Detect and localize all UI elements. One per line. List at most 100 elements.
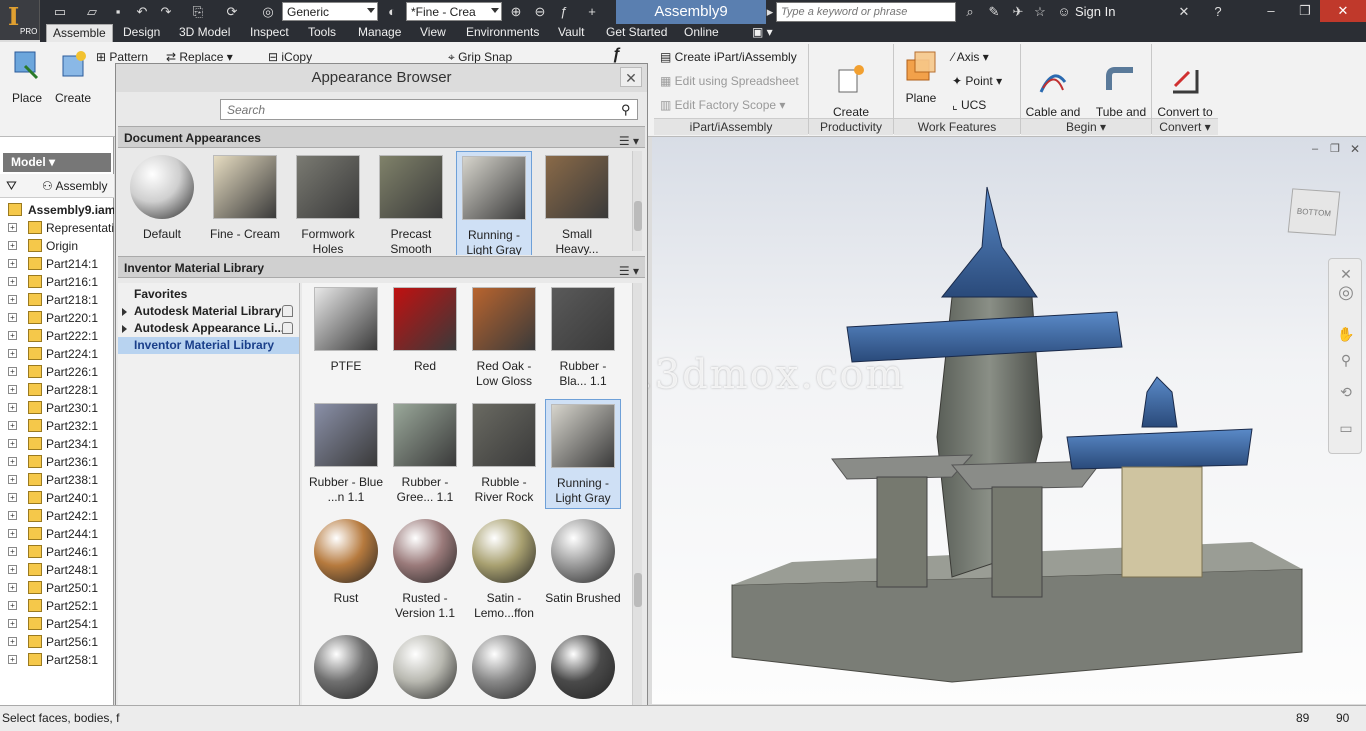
tree-node[interactable]: + Representatio (0, 219, 114, 237)
satellite-icon[interactable]: ✈ (1010, 4, 1026, 20)
assembly-view-selector[interactable]: ⚇ Assembly (42, 179, 107, 193)
edit-spreadsheet-button[interactable]: ▦ Edit using Spreadsheet (660, 74, 799, 88)
material-combo[interactable]: *Fine - Crea (406, 2, 502, 21)
tree-node[interactable]: + Part224:1 (0, 345, 114, 363)
tree-node[interactable]: + Part256:1 (0, 633, 114, 651)
tab-manage[interactable]: Manage (352, 24, 407, 42)
expand-icon[interactable]: + (8, 241, 17, 250)
tab-design[interactable]: Design (117, 24, 166, 42)
appearance-swatch[interactable]: Formwork Holes (290, 151, 366, 255)
list-view-icon[interactable]: ☰ ▾ (619, 130, 639, 152)
update-icon[interactable]: ⟳ (224, 4, 240, 20)
undo-icon[interactable]: ↶ (134, 4, 150, 20)
appearance-swatch[interactable]: Rust (308, 515, 384, 625)
expand-icon[interactable]: + (8, 619, 17, 628)
create-ipart-button[interactable]: ▤ Create iPart/iAssembly (660, 50, 797, 64)
tab-3d-model[interactable]: 3D Model (173, 24, 236, 42)
panel-begin[interactable]: Begin ▾ (1021, 118, 1151, 135)
adjust-icon[interactable]: ⊕ (508, 4, 524, 20)
expand-icon[interactable]: + (8, 511, 17, 520)
create-button[interactable]: Create (52, 48, 94, 105)
appearance-swatch[interactable]: Fine - Cream (207, 151, 283, 255)
library-item[interactable]: Autodesk Appearance Li... (118, 320, 299, 337)
panel-convert[interactable]: Convert ▾ (1152, 118, 1218, 135)
appearance-swatch[interactable]: Default (124, 151, 200, 255)
expand-icon[interactable]: + (8, 385, 17, 394)
minimize-button[interactable]: ‒ (1254, 0, 1288, 22)
new-icon[interactable]: ▭ (52, 4, 68, 20)
tree-node[interactable]: + Part232:1 (0, 417, 114, 435)
axis-button[interactable]: ⁄ Axis ▾ (952, 50, 989, 64)
fx-icon[interactable]: ƒ (556, 4, 572, 20)
expand-icon[interactable]: + (8, 547, 17, 556)
tree-node[interactable]: + Part258:1 (0, 651, 114, 669)
expand-icon[interactable]: + (8, 295, 17, 304)
filter-icon[interactable]: ⛛ (6, 178, 17, 194)
doc-scrollbar[interactable] (632, 151, 642, 251)
appearance-swatch[interactable]: Running - Light Gray (545, 399, 621, 509)
select-icon[interactable]: ◎ (260, 4, 276, 20)
tab-get-started[interactable]: Get Started (600, 24, 673, 42)
tree-node[interactable]: + Part234:1 (0, 435, 114, 453)
appearance-swatch[interactable]: Satin Brushed (545, 515, 621, 625)
expand-icon[interactable]: + (8, 475, 17, 484)
expand-icon[interactable]: + (8, 277, 17, 286)
steering-wheel-icon[interactable]: ◎ (1337, 283, 1355, 301)
help-icon[interactable]: ? (1210, 4, 1226, 20)
tree-node[interactable]: + Part214:1 (0, 255, 114, 273)
expand-icon[interactable]: + (8, 493, 17, 502)
expand-icon[interactable]: + (8, 367, 17, 376)
expand-icon[interactable]: + (8, 349, 17, 358)
appearance-swatch[interactable]: Rubber - Bla... 1.1 (545, 283, 621, 393)
expand-icon[interactable]: + (8, 403, 17, 412)
appearance-swatch[interactable]: Precast Smooth (373, 151, 449, 255)
library-item[interactable]: Inventor Material Library (118, 337, 299, 354)
look-at-icon[interactable]: ▭ (1337, 419, 1355, 437)
viewcube[interactable]: BOTTOM (1287, 188, 1341, 236)
viewport-minimize-icon[interactable]: ‒ (1312, 143, 1318, 155)
appearance-swatch[interactable]: PTFE (308, 283, 384, 393)
library-scroll-thumb[interactable] (634, 573, 642, 607)
expand-icon[interactable]: + (8, 583, 17, 592)
tab-tools[interactable]: Tools (302, 24, 342, 42)
icopy-button[interactable]: ⊟ iCopy (268, 50, 312, 64)
tab-inspect[interactable]: Inspect (244, 24, 295, 42)
ribbon-options-icon[interactable]: ▣ ▾ (746, 24, 779, 42)
sign-in-button[interactable]: Sign In (1075, 4, 1115, 19)
appearance-combo[interactable]: Generic (282, 2, 378, 21)
tab-view[interactable]: View (414, 24, 452, 42)
expand-icon[interactable]: + (8, 223, 17, 232)
tree-node[interactable]: + Part226:1 (0, 363, 114, 381)
appearance-swatch[interactable]: Rubble - River Rock (466, 399, 542, 509)
tab-assemble[interactable]: Assemble (46, 24, 113, 42)
appearance-close-button[interactable]: ✕ (620, 67, 642, 87)
exchange-icon[interactable]: ✕ (1176, 4, 1192, 20)
tree-node[interactable]: + Part248:1 (0, 561, 114, 579)
plane-button[interactable]: Plane (898, 48, 944, 105)
appearance-swatch[interactable]: Rubber - Blue ...n 1.1 (308, 399, 384, 509)
viewport-restore-icon[interactable]: ❐ (1330, 142, 1340, 155)
expand-icon[interactable]: + (8, 457, 17, 466)
tab-vault[interactable]: Vault (552, 24, 590, 42)
expand-icon[interactable]: + (8, 439, 17, 448)
expand-icon[interactable]: + (8, 655, 17, 664)
library-item[interactable]: Autodesk Material Library (118, 303, 299, 320)
orbit-icon[interactable]: ⟲ (1337, 383, 1355, 401)
parameters-icon[interactable]: ƒ (612, 46, 621, 64)
expand-icon[interactable]: + (8, 601, 17, 610)
save-icon[interactable]: ▪ (110, 4, 126, 20)
library-section-header[interactable]: Inventor Material Library ☰ ▾ (118, 256, 645, 278)
place-button[interactable]: Place (6, 48, 48, 105)
library-item[interactable]: Favorites (118, 286, 299, 303)
tree-node[interactable]: + Part254:1 (0, 615, 114, 633)
tree-node[interactable]: + Part242:1 (0, 507, 114, 525)
open-icon[interactable]: ▱ (84, 4, 100, 20)
appearance-swatch[interactable]: Rusted - Version 1.1 (387, 515, 463, 625)
expand-icon[interactable]: + (8, 529, 17, 538)
expand-icon[interactable]: + (8, 313, 17, 322)
expand-icon[interactable]: + (8, 331, 17, 340)
appearance-swatch[interactable]: Small Heavy... (539, 151, 615, 255)
tree-node[interactable]: + Part240:1 (0, 489, 114, 507)
clear-icon[interactable]: ⊖ (532, 4, 548, 20)
tree-node[interactable]: + Part218:1 (0, 291, 114, 309)
